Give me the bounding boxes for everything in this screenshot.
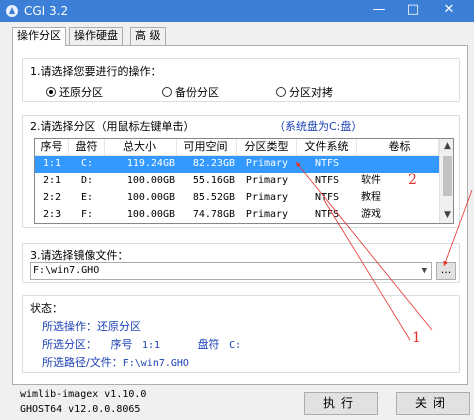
column-header[interactable]: 文件系统 — [297, 139, 357, 156]
cell-free: 85.52GB — [192, 192, 235, 203]
status-path: 所选路径/文件：F:\win7.GHO — [42, 356, 189, 369]
wimlib-version: wimlib-imagex v1.10.0 — [20, 389, 147, 400]
title-bar: CGI 3.2 — □ ✕ — [0, 0, 474, 22]
window-title: CGI 3.2 — [24, 4, 69, 18]
radio-backup[interactable]: 备份分区 — [162, 84, 219, 100]
scroll-down-icon[interactable]: ▼ — [440, 208, 453, 223]
app-logo-icon — [6, 5, 18, 17]
image-file-value: F:\win7.GHO — [33, 265, 100, 276]
cell-type: Primary — [245, 175, 289, 186]
column-header[interactable]: 总大小 — [105, 139, 177, 156]
cell-drive: E: — [80, 192, 94, 203]
table-row[interactable]: 2:3 F: 100.00GB 74.78GB Primary NTFS 游戏 — [35, 207, 439, 223]
cell-drive: D: — [80, 175, 94, 186]
status-partition: 所选分区： 序号 1:1 盘符 C: — [42, 338, 242, 351]
cell-fs: NTFS — [314, 192, 340, 203]
system-drive-note: （系统盘为C:盘） — [272, 118, 365, 134]
cell-drive: F: — [80, 209, 94, 220]
execute-button[interactable]: 执行 — [304, 392, 378, 415]
cell-volume — [357, 156, 439, 173]
cell-type: Primary — [245, 192, 289, 203]
status-operation: 所选操作：还原分区 — [42, 320, 141, 333]
cell-total: 100.00GB — [126, 209, 175, 220]
maximize-button[interactable]: □ — [396, 0, 430, 22]
table-scrollbar[interactable]: ▲ ▼ — [439, 139, 453, 223]
close-window-button[interactable]: ✕ — [432, 0, 466, 22]
close-button[interactable]: 关闭 — [396, 392, 470, 415]
column-header[interactable]: 可用空间 — [177, 139, 237, 156]
radio-copy[interactable]: 分区对拷 — [276, 84, 333, 100]
radio-unselected-icon — [276, 87, 286, 97]
cell-index: 2:3 — [42, 209, 62, 220]
partition-table[interactable]: 序号 盘符 总大小 可用空间 分区类型 文件系统 卷标 1:1 C: 119.2… — [34, 138, 454, 224]
column-header[interactable]: 分区类型 — [237, 139, 297, 156]
cell-index: 2:2 — [42, 192, 62, 203]
table-header: 序号 盘符 总大小 可用空间 分区类型 文件系统 卷标 — [35, 139, 439, 156]
cell-fs: NTFS — [314, 158, 340, 169]
tab-advanced[interactable]: 高 级 — [130, 27, 166, 45]
scroll-thumb[interactable] — [443, 156, 452, 196]
cell-index: 2:1 — [42, 175, 62, 186]
cell-total: 100.00GB — [126, 192, 175, 203]
minimize-button[interactable]: — — [362, 0, 396, 22]
operation-label: 1.请选择您要进行的操作： — [28, 63, 164, 79]
cell-index: 1:1 — [42, 158, 62, 169]
tab-disk[interactable]: 操作硬盘 — [69, 27, 123, 45]
table-row[interactable]: 2:1 D: 100.00GB 55.16GB Primary NTFS 软件 — [35, 173, 439, 190]
column-header[interactable]: 盘符 — [69, 139, 105, 156]
cell-volume: 游戏 — [361, 209, 381, 220]
cell-type: Primary — [245, 158, 289, 169]
column-header[interactable]: 序号 — [35, 139, 69, 156]
image-label: 3.请选择镜像文件： — [28, 247, 131, 263]
cell-total: 100.00GB — [126, 175, 175, 186]
cell-free: 74.78GB — [192, 209, 235, 220]
browse-button[interactable]: ... — [436, 262, 456, 280]
chevron-down-icon[interactable]: ▼ — [422, 263, 427, 279]
table-row[interactable]: 2:2 E: 100.00GB 85.52GB Primary NTFS 教程 — [35, 190, 439, 207]
cell-fs: NTFS — [314, 175, 340, 186]
table-row[interactable]: 1:1 C: 119.24GB 82.23GB Primary NTFS — [35, 156, 439, 173]
radio-unselected-icon — [162, 87, 172, 97]
cell-fs: NTFS — [314, 209, 340, 220]
radio-restore[interactable]: 还原分区 — [46, 84, 103, 100]
scroll-up-icon[interactable]: ▲ — [440, 139, 453, 154]
annotation-marker-1: 1 — [412, 330, 421, 346]
cell-total: 119.24GB — [126, 158, 175, 169]
cell-drive: C: — [80, 158, 94, 169]
status-label: 状态： — [28, 300, 65, 316]
cell-volume: 软件 — [361, 175, 381, 186]
column-header[interactable]: 卷标 — [357, 139, 439, 156]
radio-selected-icon — [46, 87, 56, 97]
image-file-combo[interactable]: F:\win7.GHO ▼ — [30, 262, 432, 280]
annotation-marker-2: 2 — [408, 172, 417, 188]
cell-volume: 教程 — [361, 192, 381, 203]
ghost-version: GHOST64 v12.0.0.8065 — [20, 404, 141, 415]
tab-partition[interactable]: 操作分区 — [12, 27, 66, 46]
cell-free: 82.23GB — [192, 158, 235, 169]
partition-label: 2.请选择分区（用鼠标左键单击） — [28, 118, 197, 134]
cell-free: 55.16GB — [192, 175, 235, 186]
cell-type: Primary — [245, 209, 289, 220]
